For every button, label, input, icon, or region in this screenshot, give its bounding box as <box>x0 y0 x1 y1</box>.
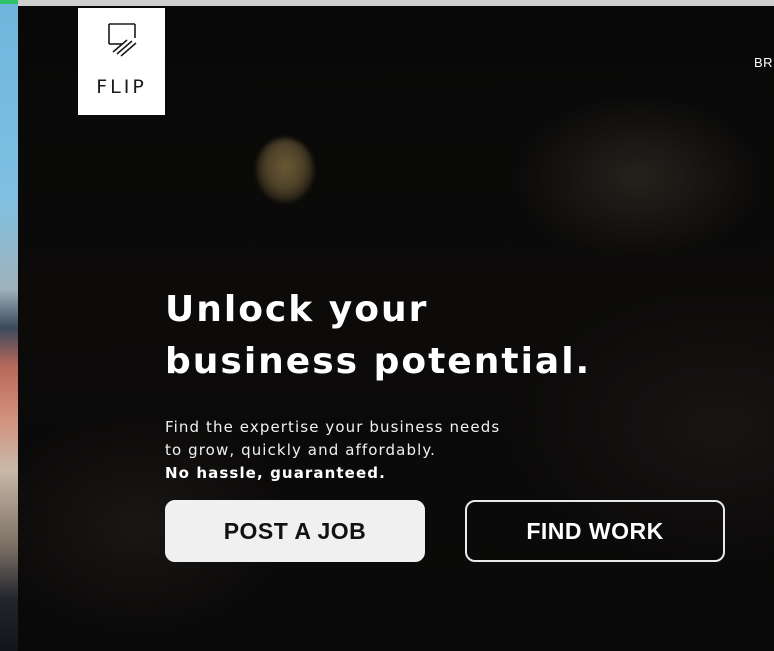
subheading-guarantee: No hassle, guaranteed. <box>165 464 386 482</box>
hero-headline: Unlock your business potential. <box>165 284 591 388</box>
find-work-button[interactable]: FIND WORK <box>465 500 725 562</box>
flip-logo-icon <box>107 23 137 57</box>
post-a-job-button[interactable]: POST A JOB <box>165 500 425 562</box>
hero-section: FLIP BR Unlock your business potential. … <box>18 6 774 651</box>
headline-line-1: Unlock your <box>165 289 429 330</box>
nav-item-partial[interactable]: BR <box>754 55 774 70</box>
flip-logo-link[interactable]: FLIP <box>78 8 165 115</box>
adjacent-window-photo <box>0 4 18 651</box>
headline-line-2: business potential. <box>165 341 592 382</box>
browser-viewport: FLIP BR Unlock your business potential. … <box>0 0 774 651</box>
brand-name: FLIP <box>96 76 147 98</box>
subheading-line-1: Find the expertise your business needs <box>165 418 501 436</box>
subheading-line-2: to grow, quickly and affordably. <box>165 441 437 459</box>
background-light-bokeh <box>256 138 314 202</box>
hero-subheading: Find the expertise your business needs t… <box>165 416 500 485</box>
